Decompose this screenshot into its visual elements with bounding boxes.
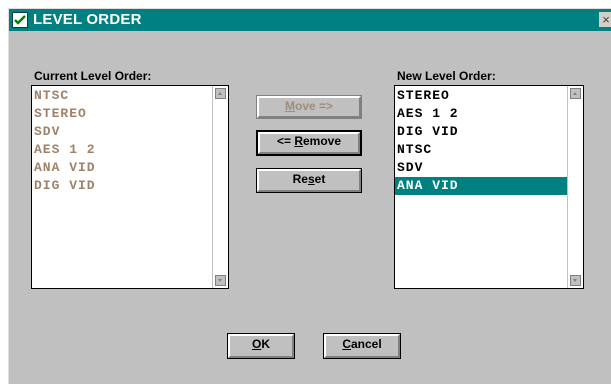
ok-label-rest: K bbox=[261, 337, 270, 351]
ok-mnemonic: O bbox=[251, 337, 262, 351]
ok-button-label: OK bbox=[252, 337, 270, 351]
new-list-scrollbar[interactable] bbox=[567, 86, 583, 288]
reset-button[interactable]: Reset bbox=[256, 168, 362, 193]
remove-mnemonic: R bbox=[294, 134, 303, 148]
scroll-up-arrow-icon[interactable] bbox=[570, 88, 581, 99]
list-item[interactable]: NTSC bbox=[395, 141, 567, 159]
remove-button-label: <= Remove bbox=[277, 134, 341, 148]
move-button[interactable]: Move => bbox=[256, 95, 362, 119]
ok-button[interactable]: OK bbox=[227, 333, 295, 359]
remove-label-rest: emove bbox=[303, 134, 342, 148]
new-level-order-list[interactable]: STEREO AES 1 2 DIG VID NTSC SDV ANA VID bbox=[394, 85, 584, 289]
reset-mnemonic: s bbox=[307, 172, 315, 186]
current-list-scrollbar[interactable] bbox=[212, 86, 228, 288]
cancel-label-rest: ancel bbox=[350, 337, 382, 351]
list-item[interactable]: ANA VID bbox=[32, 159, 212, 177]
current-list-items: NTSC STEREO SDV AES 1 2 ANA VID DIG VID bbox=[32, 86, 212, 288]
remove-label-prefix: <= bbox=[276, 134, 295, 148]
list-item[interactable]: SDV bbox=[395, 159, 567, 177]
new-list-items: STEREO AES 1 2 DIG VID NTSC SDV ANA VID bbox=[395, 86, 567, 288]
app-check-icon bbox=[12, 12, 28, 28]
list-item[interactable]: SDV bbox=[32, 123, 212, 141]
move-mnemonic: M bbox=[284, 99, 295, 113]
close-icon[interactable]: × bbox=[599, 12, 611, 27]
scroll-down-arrow-icon[interactable] bbox=[570, 275, 581, 286]
list-item[interactable]: AES 1 2 bbox=[395, 105, 567, 123]
scroll-up-arrow-icon[interactable] bbox=[215, 88, 226, 99]
window-title: LEVEL ORDER bbox=[33, 11, 142, 28]
new-level-order-label: New Level Order: bbox=[397, 69, 496, 83]
list-item[interactable]: STEREO bbox=[32, 105, 212, 123]
level-order-dialog: LEVEL ORDER × Current Level Order: NTSC S… bbox=[8, 8, 611, 384]
current-level-order-label: Current Level Order: bbox=[34, 69, 152, 83]
move-button-label: Move => bbox=[285, 99, 333, 113]
list-item[interactable]: ANA VID bbox=[395, 177, 567, 195]
reset-label-rest: et bbox=[314, 172, 326, 186]
list-item[interactable]: STEREO bbox=[395, 87, 567, 105]
remove-button[interactable]: <= Remove bbox=[256, 130, 362, 156]
list-item[interactable]: DIG VID bbox=[32, 177, 212, 195]
list-item[interactable]: DIG VID bbox=[395, 123, 567, 141]
move-label-rest: ove => bbox=[294, 99, 334, 113]
cancel-mnemonic: C bbox=[342, 337, 351, 351]
title-bar[interactable]: LEVEL ORDER × bbox=[9, 9, 611, 31]
list-item[interactable]: NTSC bbox=[32, 87, 212, 105]
cancel-button[interactable]: Cancel bbox=[323, 333, 401, 359]
reset-button-label: Reset bbox=[293, 172, 326, 186]
reset-label-prefix: Re bbox=[292, 172, 308, 186]
cancel-button-label: Cancel bbox=[342, 337, 381, 351]
current-level-order-list[interactable]: NTSC STEREO SDV AES 1 2 ANA VID DIG VID bbox=[31, 85, 229, 289]
list-item[interactable]: AES 1 2 bbox=[32, 141, 212, 159]
scroll-down-arrow-icon[interactable] bbox=[215, 275, 226, 286]
